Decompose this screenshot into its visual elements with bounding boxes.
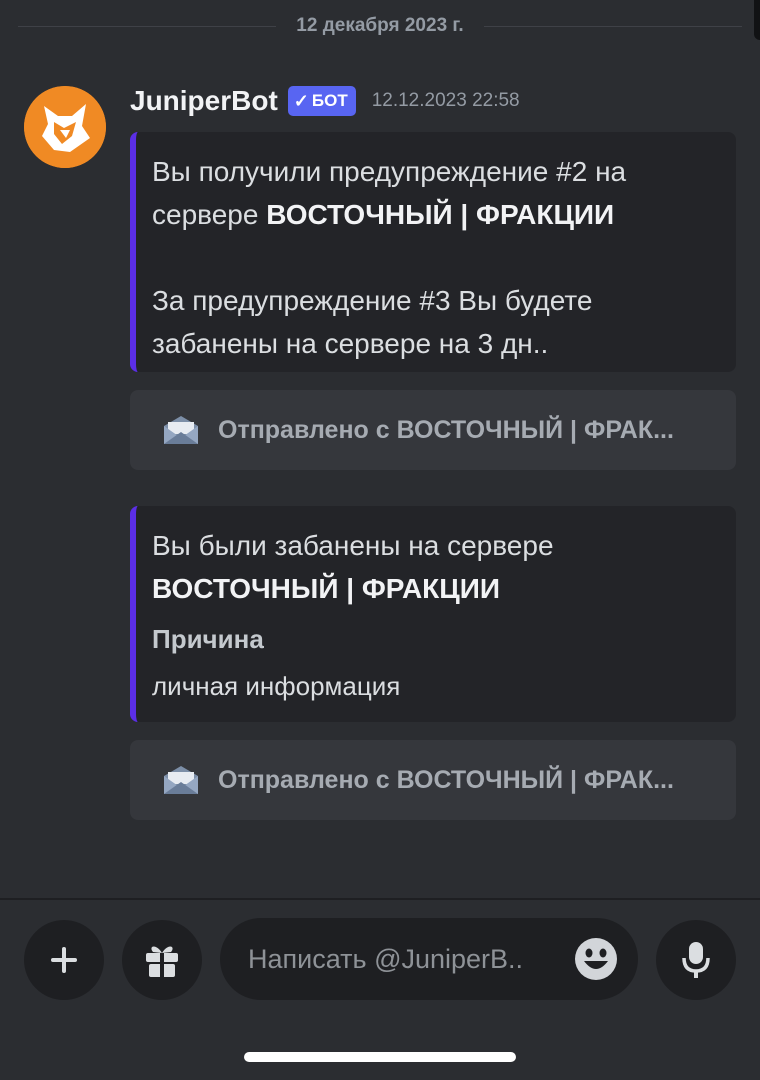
screen-edge: [754, 0, 760, 40]
bot-badge: ✓ БОТ: [287, 86, 356, 116]
gift-button[interactable]: [122, 920, 202, 1000]
server-name: ВОСТОЧНЫЙ | ФРАКЦИИ: [152, 573, 500, 604]
message-header: JuniperBot ✓ БОТ 12.12.2023 22:58: [130, 84, 520, 118]
sent-from-button[interactable]: Отправлено с ВОСТОЧНЫЙ | ФРАК...: [130, 740, 736, 820]
envelope-icon: [164, 416, 198, 444]
composer-divider: [0, 898, 760, 900]
author-name[interactable]: JuniperBot: [130, 85, 278, 117]
message-timestamp: 12.12.2023 22:58: [371, 90, 520, 111]
server-name: ВОСТОЧНЫЙ | ФРАКЦИИ: [266, 199, 615, 230]
date-divider: 12 декабря 2023 г.: [18, 10, 743, 42]
bot-badge-label: БОТ: [311, 91, 348, 110]
ban-warning-text: За предупреждение #3 Вы будете забанены …: [152, 285, 593, 359]
plus-icon: [51, 947, 77, 973]
ban-text: Вы были забанены на сервере: [152, 530, 554, 561]
verified-check-icon: ✓: [293, 90, 309, 111]
warning-embed: Вы получили предупреждение #2 на сервере…: [130, 132, 736, 372]
sent-from-label: Отправлено с ВОСТОЧНЫЙ | ФРАК...: [218, 765, 674, 794]
message-input-placeholder: Написать @JuniperB..: [248, 943, 524, 974]
message-input[interactable]: Написать @JuniperB..: [220, 918, 638, 1000]
reason-label: Причина: [152, 624, 264, 654]
ban-embed: Вы были забанены на сервере ВОСТОЧНЫЙ | …: [130, 506, 736, 722]
warning-text: Вы получили предупреждение #2 на сервере…: [152, 156, 627, 230]
sent-from-label: Отправлено с ВОСТОЧНЫЙ | ФРАК...: [218, 415, 674, 444]
emoji-icon[interactable]: [574, 937, 618, 981]
add-attachment-button[interactable]: [24, 920, 104, 1000]
home-indicator[interactable]: [244, 1052, 516, 1062]
avatar[interactable]: [24, 86, 106, 168]
envelope-icon: [164, 766, 198, 794]
microphone-icon: [682, 942, 710, 978]
divider-line: [483, 25, 743, 27]
fox-icon: [24, 86, 106, 168]
voice-message-button[interactable]: [656, 920, 736, 1000]
date-divider-text: 12 декабря 2023 г.: [296, 15, 464, 36]
divider-line: [18, 25, 277, 27]
sent-from-button[interactable]: Отправлено с ВОСТОЧНЫЙ | ФРАК...: [130, 390, 736, 470]
gift-icon: [146, 946, 178, 977]
reason-value: личная информация: [152, 671, 401, 701]
